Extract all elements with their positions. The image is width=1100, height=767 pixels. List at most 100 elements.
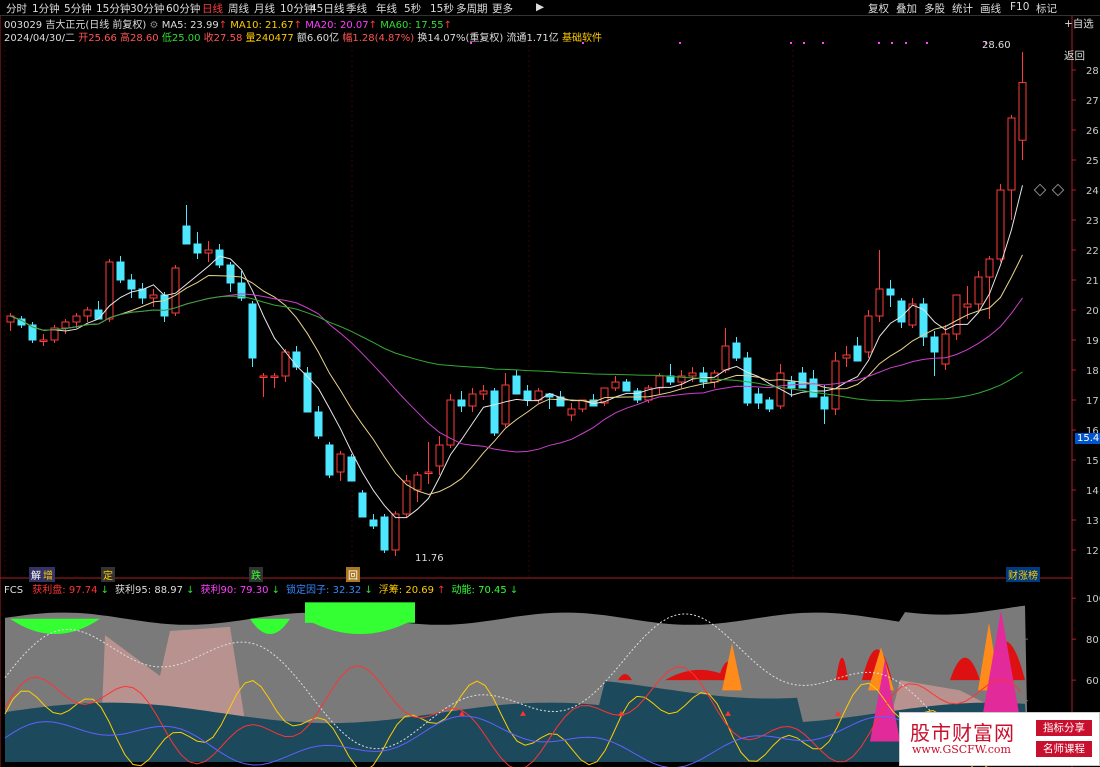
candle-body-55 <box>611 381 620 389</box>
candle-body-10 <box>116 261 125 281</box>
chart-canvas: 2827262524232221201918171615141312100806… <box>0 16 1100 767</box>
indicator-item-label: 获利盘: <box>32 585 69 596</box>
candle-body-24 <box>270 375 279 378</box>
ind-green-top <box>305 602 415 623</box>
candle-body-90 <box>996 189 1005 260</box>
high-price-label: 28.60 <box>982 40 1011 51</box>
candle-body-19 <box>215 249 224 266</box>
candle-body-28 <box>314 411 323 437</box>
indicator-item-value: 97.74 <box>68 585 101 596</box>
candle-body-79 <box>875 288 884 317</box>
ind-axis-label-1: 80 <box>1086 635 1099 646</box>
price-label-2: 26 <box>1086 126 1099 137</box>
indicator-item-arrow-icon: ↓ <box>186 585 195 596</box>
candle-body-92 <box>1018 82 1027 141</box>
indicator-item-value: 70.45 <box>478 585 510 596</box>
candle-body-34 <box>380 516 389 551</box>
marker-dot-7 <box>891 42 893 44</box>
toolbar-button-8[interactable]: 返回 <box>1064 48 1085 63</box>
marker-dot-3 <box>790 42 792 44</box>
indicator-item-value: 88.97 <box>154 585 187 596</box>
candle-body-41 <box>457 399 466 407</box>
candle-body-46 <box>512 375 521 395</box>
candle-body-11 <box>127 279 136 290</box>
marker-dot-6 <box>878 42 880 44</box>
event-tag-die[interactable]: 跌 <box>249 567 263 582</box>
candle-body-30 <box>336 453 345 473</box>
low-price-label: 11.76 <box>415 553 444 564</box>
candle-body-31 <box>347 456 356 482</box>
bar-volume: 量240477 <box>245 33 294 44</box>
indicator-item-arrow-icon: ↑ <box>437 585 446 596</box>
price-label-13: 15 <box>1086 456 1099 467</box>
candle-body-91 <box>1007 117 1016 191</box>
event-tag-ding[interactable]: 定 <box>101 567 115 582</box>
candle-body-68 <box>754 393 763 404</box>
price-label-4: 24 <box>1086 186 1099 197</box>
marker-dot-5 <box>822 42 824 44</box>
diamond-icon-1 <box>1033 183 1047 197</box>
candle-body-42 <box>468 393 477 407</box>
price-label-11: 17 <box>1086 396 1099 407</box>
indicator-item-2: 获利90: 79.30 ↓ <box>201 585 280 596</box>
event-tag-zeng[interactable]: 增 <box>41 567 55 582</box>
candle-body-20 <box>226 264 235 284</box>
bar-float: 流通1.71亿 <box>506 33 559 44</box>
price-label-1: 27 <box>1086 96 1099 107</box>
candle-body-47 <box>523 390 532 401</box>
candle-body-13 <box>149 294 158 299</box>
candle-body-72 <box>798 372 807 389</box>
candle-body-14 <box>160 294 169 317</box>
caizhang-badge[interactable]: 财涨榜 <box>1006 567 1040 582</box>
indicator-item-arrow-icon: ↓ <box>100 585 110 596</box>
candle-body-59 <box>655 375 664 389</box>
watermark-badge-share[interactable]: 指标分享 <box>1036 720 1092 736</box>
indicator-item-3: 锁定因子: 32.32 ↓ <box>286 585 373 596</box>
price-label-7: 21 <box>1086 276 1099 287</box>
candle-body-89 <box>985 258 994 278</box>
candle-body-73 <box>809 378 818 398</box>
marker-dot-8 <box>905 42 907 44</box>
event-tag-hui[interactable]: 回 <box>346 567 360 582</box>
candle-body-78 <box>864 315 873 353</box>
indicator-item-4: 浮筹: 20.69 ↑ <box>379 585 446 596</box>
indicator-legend: FCS 获利盘: 97.74 ↓ 获利95: 88.97 ↓ 获利90: 79.30… <box>4 581 518 596</box>
sector-tag[interactable]: 基础软件 <box>562 33 602 44</box>
watermark-badge-course[interactable]: 名师课程 <box>1036 741 1092 757</box>
candle-body-17 <box>193 243 202 254</box>
indicator-item-value: 20.69 <box>405 585 438 596</box>
indicator-item-arrow-icon: ↓ <box>509 585 519 596</box>
candle-body-35 <box>391 513 400 551</box>
candle-body-33 <box>369 519 378 527</box>
candle-body-80 <box>886 288 895 296</box>
marker-dot-9 <box>926 42 928 44</box>
price-label-9: 19 <box>1086 336 1099 347</box>
indicator-item-1: 获利95: 88.97 ↓ <box>115 585 194 596</box>
watermark: 股市财富网 www.GSCFW.com 指标分享 名师课程 <box>899 712 1100 766</box>
candle-body-88 <box>974 276 983 305</box>
indicator-name[interactable]: FCS <box>4 585 23 596</box>
price-label-8: 20 <box>1086 306 1099 317</box>
candle-body-3 <box>39 339 48 342</box>
bar-high: 高28.60 <box>120 33 159 44</box>
candle-body-84 <box>930 336 939 353</box>
candle-body-87 <box>963 303 972 308</box>
indicator-item-label: 浮筹: <box>378 585 406 596</box>
candle-body-6 <box>72 315 81 323</box>
bar-low: 低25.00 <box>161 33 201 44</box>
current-price-tag: 15.46 <box>1075 433 1100 444</box>
ind-axis-label-2: 60 <box>1086 676 1099 687</box>
candle-body-81 <box>897 300 906 323</box>
candle-body-62 <box>688 372 697 377</box>
toolbar-button-7[interactable]: +自选 <box>1064 16 1094 31</box>
candle-body-9 <box>105 261 114 320</box>
candle-body-26 <box>292 351 301 368</box>
indicator-item-label: 获利95: <box>115 585 155 596</box>
candle-body-75 <box>831 360 840 410</box>
candle-body-39 <box>435 444 444 467</box>
price-label-0: 28 <box>1086 66 1099 77</box>
price-label-14: 14 <box>1086 486 1099 497</box>
candle-body-7 <box>83 309 92 317</box>
candle-body-5 <box>61 321 70 329</box>
candle-body-85 <box>941 333 950 365</box>
